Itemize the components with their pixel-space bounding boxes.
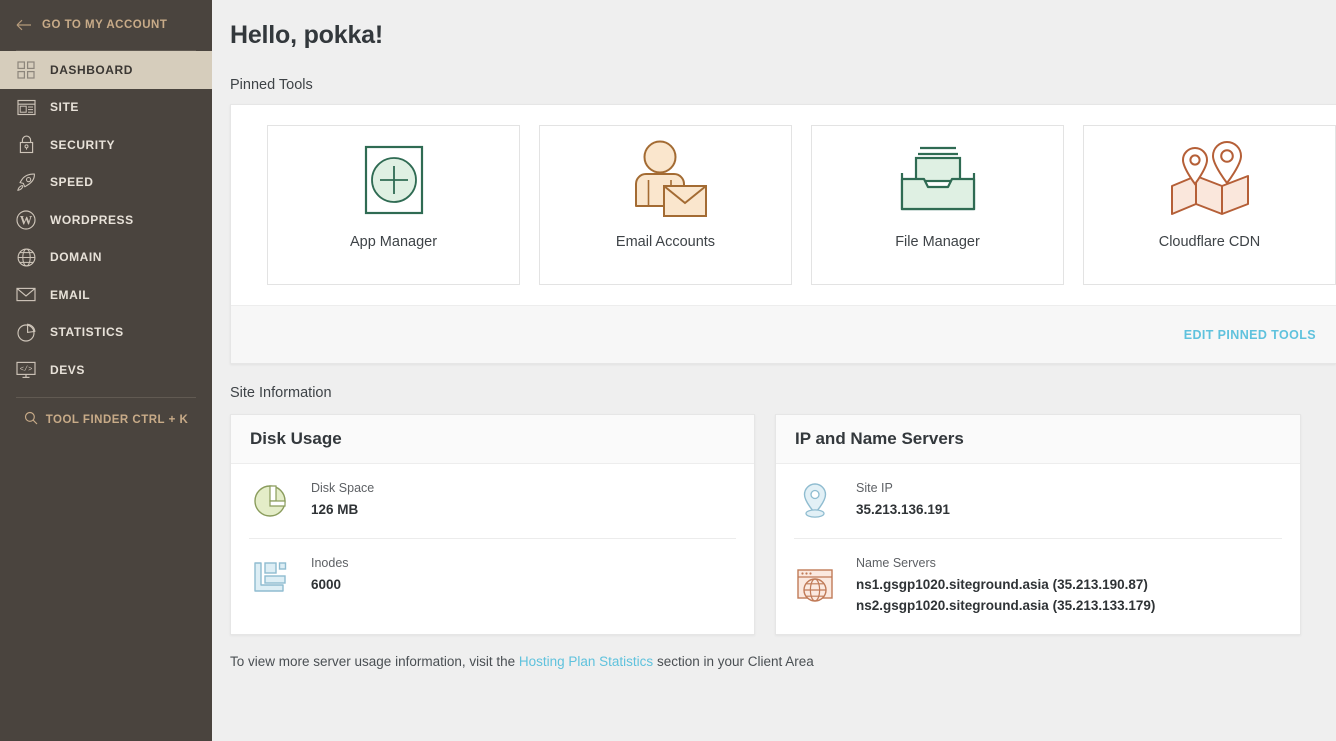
site-ip-label: Site IP — [856, 481, 950, 495]
sidebar-item-statistics[interactable]: STATISTICS — [0, 314, 212, 352]
disk-space-row: Disk Space 126 MB — [249, 464, 736, 538]
site-ip-value: 35.213.136.191 — [856, 500, 950, 521]
inodes-text: Inodes 6000 — [311, 556, 349, 596]
edit-pinned-tools-link[interactable]: EDIT PINNED TOOLS — [1184, 328, 1316, 342]
svg-text:</>: </> — [20, 366, 33, 374]
disk-space-text: Disk Space 126 MB — [311, 481, 374, 521]
page-title: Hello, pokka! — [230, 20, 1312, 50]
name-servers-label: Name Servers — [856, 556, 1155, 570]
wordpress-icon: W — [16, 210, 36, 230]
sidebar-item-speed[interactable]: SPEED — [0, 164, 212, 202]
sidebar-item-label: DOMAIN — [50, 250, 102, 264]
page-header: Hello, pokka! Pinned Tools — [212, 0, 1336, 93]
ip-name-servers-header: IP and Name Servers — [776, 415, 1300, 464]
browser-window-icon — [16, 97, 36, 117]
arrow-left-icon — [16, 18, 32, 32]
email-accounts-icon — [623, 126, 709, 234]
pinned-tool-label: Email Accounts — [616, 234, 715, 250]
sidebar-item-dashboard[interactable]: DASHBOARD — [0, 51, 212, 89]
pinned-tool-label: File Manager — [895, 234, 980, 250]
pinned-tool-file-manager[interactable]: File Manager — [811, 125, 1064, 285]
sidebar-item-security[interactable]: SECURITY — [0, 126, 212, 164]
sidebar: GO TO MY ACCOUNT DASHBOARD — [0, 0, 212, 741]
sidebar-item-label: STATISTICS — [50, 325, 124, 339]
site-information-heading: Site Information — [230, 385, 1336, 401]
sidebar-item-label: EMAIL — [50, 288, 90, 302]
hosting-plan-statistics-link[interactable]: Hosting Plan Statistics — [519, 654, 653, 669]
pinned-tools-card: App Manager Email Accounts — [230, 104, 1336, 364]
server-usage-footnote: To view more server usage information, v… — [230, 654, 1336, 691]
sidebar-item-label: DASHBOARD — [50, 63, 133, 77]
name-servers-value-1: ns1.gsgp1020.siteground.asia (35.213.190… — [856, 575, 1155, 596]
pie-chart-icon — [249, 483, 291, 519]
name-servers-value-2: ns2.gsgp1020.siteground.asia (35.213.133… — [856, 596, 1155, 617]
search-icon — [24, 411, 38, 428]
sidebar-item-label: WORDPRESS — [50, 213, 134, 227]
ip-name-servers-body: Site IP 35.213.136.191 — [776, 464, 1300, 634]
sidebar-item-label: SPEED — [50, 175, 93, 189]
file-manager-icon — [894, 126, 982, 234]
pinned-tool-label: Cloudflare CDN — [1159, 234, 1261, 250]
svg-text:W: W — [20, 213, 33, 227]
ip-name-servers-title: IP and Name Servers — [795, 429, 1300, 449]
pinned-tools-heading: Pinned Tools — [230, 77, 1312, 93]
app-root: GO TO MY ACCOUNT DASHBOARD — [0, 0, 1336, 741]
site-ip-text: Site IP 35.213.136.191 — [856, 481, 950, 521]
name-servers-row: Name Servers ns1.gsgp1020.siteground.asi… — [794, 538, 1282, 634]
tool-finder-button[interactable]: TOOL FINDER CTRL + K — [0, 398, 212, 442]
rocket-icon — [16, 172, 36, 192]
globe-icon — [16, 247, 36, 267]
code-monitor-icon: </> — [16, 360, 36, 380]
site-ip-row: Site IP 35.213.136.191 — [794, 464, 1282, 538]
cloudflare-cdn-map-icon — [1164, 126, 1256, 234]
go-to-my-account-label: GO TO MY ACCOUNT — [42, 19, 167, 31]
disk-usage-card: Disk Usage Disk Space — [230, 414, 755, 635]
sidebar-nav: DASHBOARD SITE — [0, 51, 212, 389]
sidebar-item-label: SECURITY — [50, 138, 115, 152]
globe-browser-icon — [794, 567, 836, 605]
site-information-row: Disk Usage Disk Space — [230, 414, 1336, 635]
pinned-tool-cloudflare-cdn[interactable]: Cloudflare CDN — [1083, 125, 1336, 285]
ip-name-servers-card: IP and Name Servers Site IP — [775, 414, 1301, 635]
pinned-tools-grid: App Manager Email Accounts — [231, 105, 1336, 305]
sidebar-item-wordpress[interactable]: W WORDPRESS — [0, 201, 212, 239]
sidebar-item-domain[interactable]: DOMAIN — [0, 239, 212, 277]
pinned-tool-email-accounts[interactable]: Email Accounts — [539, 125, 792, 285]
padlock-icon — [16, 135, 36, 155]
pinned-tool-label: App Manager — [350, 234, 437, 250]
pinned-tools-footer: EDIT PINNED TOOLS — [231, 305, 1336, 363]
go-to-my-account-link[interactable]: GO TO MY ACCOUNT — [0, 0, 212, 50]
tool-finder-section: TOOL FINDER CTRL + K — [0, 397, 212, 442]
inodes-label: Inodes — [311, 556, 349, 570]
disk-usage-title: Disk Usage — [250, 429, 754, 449]
app-manager-icon — [358, 126, 430, 234]
envelope-icon — [16, 285, 36, 305]
disk-usage-body: Disk Space 126 MB — [231, 464, 754, 613]
sidebar-item-site[interactable]: SITE — [0, 89, 212, 127]
sidebar-item-label: DEVS — [50, 363, 85, 377]
grid-squares-icon — [16, 60, 36, 80]
main-content: Hello, pokka! Pinned Tools App Manager — [212, 0, 1336, 741]
disk-usage-header: Disk Usage — [231, 415, 754, 464]
pie-chart-icon — [16, 322, 36, 342]
sidebar-item-label: SITE — [50, 100, 79, 114]
map-pin-icon — [794, 482, 836, 520]
inodes-row: Inodes 6000 — [249, 538, 736, 613]
disk-space-value: 126 MB — [311, 500, 374, 521]
name-servers-text: Name Servers ns1.gsgp1020.siteground.asi… — [856, 556, 1155, 617]
pinned-tool-app-manager[interactable]: App Manager — [267, 125, 520, 285]
footnote-text-before: To view more server usage information, v… — [230, 654, 519, 669]
tool-finder-label: TOOL FINDER CTRL + K — [46, 414, 189, 426]
inodes-blocks-icon — [249, 559, 291, 593]
inodes-value: 6000 — [311, 575, 349, 596]
disk-space-label: Disk Space — [311, 481, 374, 495]
footnote-text-after: section in your Client Area — [653, 654, 814, 669]
sidebar-item-devs[interactable]: </> DEVS — [0, 351, 212, 389]
sidebar-item-email[interactable]: EMAIL — [0, 276, 212, 314]
